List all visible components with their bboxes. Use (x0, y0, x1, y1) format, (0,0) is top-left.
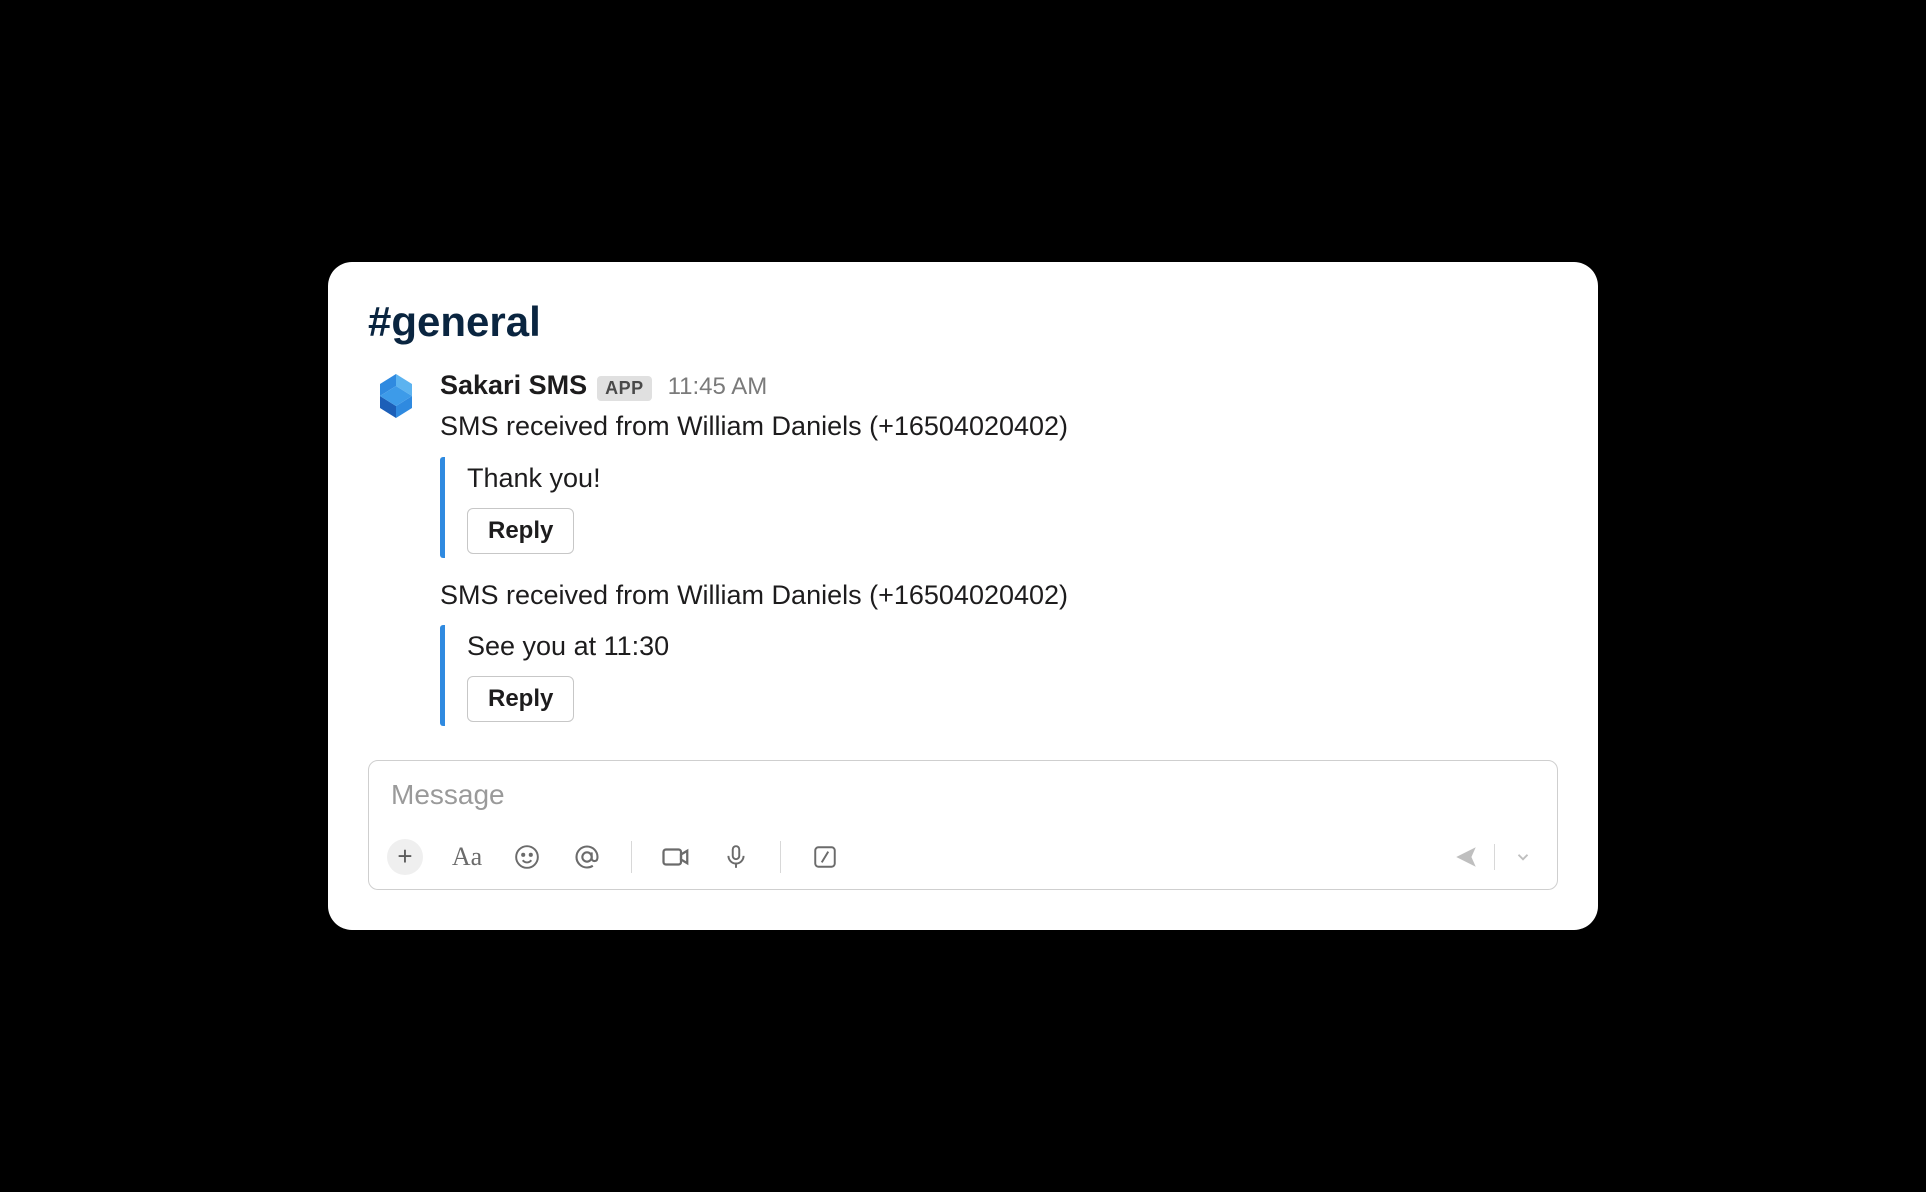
video-icon (661, 842, 691, 872)
toolbar-divider (780, 841, 781, 873)
send-icon (1453, 844, 1479, 870)
sms-body: See you at 11:30 (467, 625, 1558, 676)
microphone-icon (723, 844, 749, 870)
message-content: Sakari SMS APP 11:45 AM SMS received fro… (440, 370, 1558, 743)
send-button[interactable] (1450, 841, 1482, 873)
message-composer: + Aa (368, 760, 1558, 890)
sms-header: SMS received from William Daniels (+1650… (440, 576, 1558, 615)
attach-button[interactable]: + (387, 839, 423, 875)
slash-box-icon (812, 844, 838, 870)
send-options-button[interactable] (1507, 841, 1539, 873)
emoji-icon (514, 844, 540, 870)
sms-header: SMS received from William Daniels (+1650… (440, 407, 1558, 446)
toolbar-right (1450, 841, 1539, 873)
quote-block: See you at 11:30 Reply (440, 625, 1558, 726)
toolbar-left: + Aa (387, 839, 841, 875)
shortcut-button[interactable] (809, 841, 841, 873)
reply-button[interactable]: Reply (467, 676, 574, 722)
channel-name: #general (368, 298, 1558, 346)
quote-block: Thank you! Reply (440, 457, 1558, 558)
avatar (368, 370, 424, 426)
sender-name: Sakari SMS (440, 370, 587, 401)
chevron-down-icon (1514, 848, 1532, 866)
composer-input-row (369, 761, 1557, 829)
app-badge: APP (597, 376, 652, 401)
timestamp: 11:45 AM (668, 373, 768, 401)
message-row: Sakari SMS APP 11:45 AM SMS received fro… (368, 370, 1558, 743)
sms-body: Thank you! (467, 457, 1558, 508)
send-divider (1494, 844, 1495, 870)
toolbar-divider (631, 841, 632, 873)
chat-window: #general Sakari SMS APP 11:45 AM SMS rec (328, 262, 1598, 929)
sms-block: SMS received from William Daniels (+1650… (440, 576, 1558, 726)
message-meta: Sakari SMS APP 11:45 AM (440, 370, 1558, 401)
emoji-button[interactable] (511, 841, 543, 873)
plus-icon: + (397, 841, 412, 872)
video-button[interactable] (660, 841, 692, 873)
message-input[interactable] (391, 779, 1535, 811)
format-icon: Aa (452, 842, 482, 872)
reply-button[interactable]: Reply (467, 508, 574, 554)
sakari-logo-icon (368, 370, 424, 426)
mention-button[interactable] (571, 841, 603, 873)
audio-button[interactable] (720, 841, 752, 873)
format-button[interactable]: Aa (451, 841, 483, 873)
composer-toolbar: + Aa (369, 829, 1557, 889)
mention-icon (573, 843, 601, 871)
